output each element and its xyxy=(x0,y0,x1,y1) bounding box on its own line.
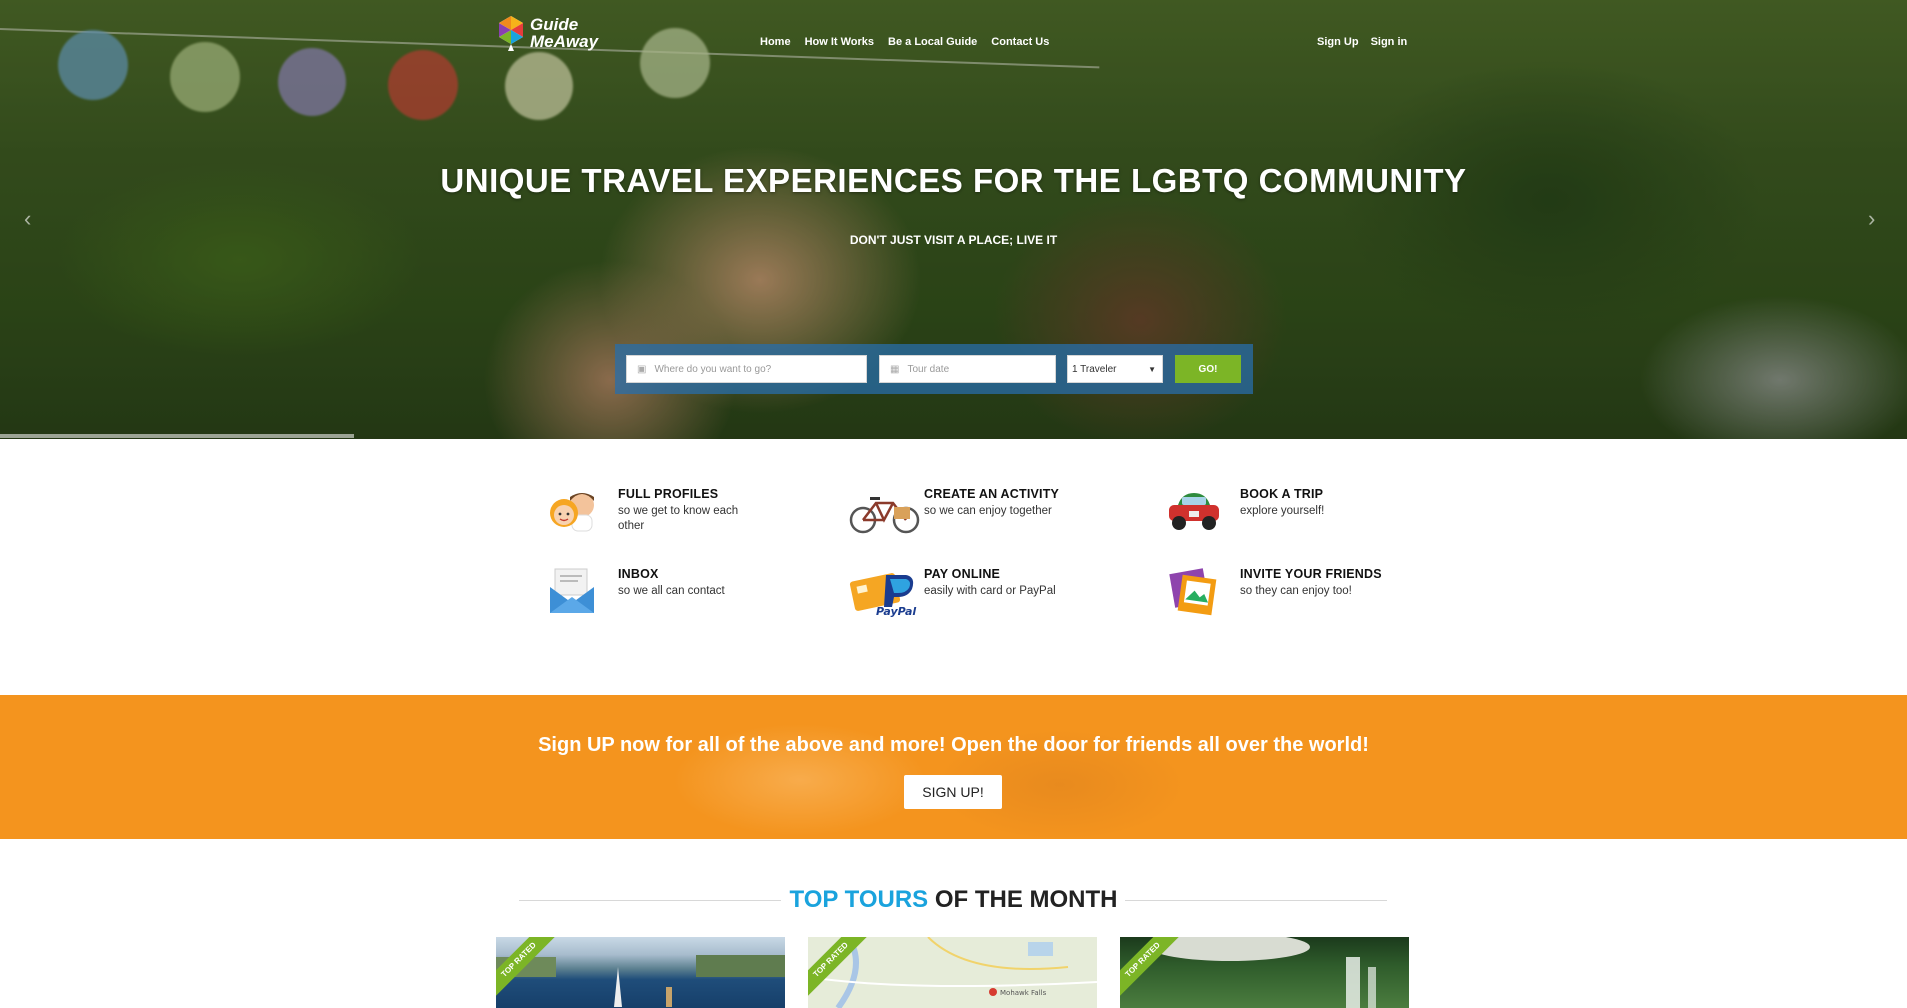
logo-line2: MeAway xyxy=(530,32,599,51)
logo-line1: Guide xyxy=(530,15,579,34)
nav-be-a-local-guide[interactable]: Be a Local Guide xyxy=(888,36,977,48)
feature-full-profiles: FULL PROFILES so we get to know each oth… xyxy=(542,487,758,537)
feature-desc: explore yourself! xyxy=(1240,505,1325,517)
feature-pay-online: PayPal PAY ONLINE easily with card or Pa… xyxy=(848,567,1064,618)
tour-card[interactable]: Mohawk Falls TOP RATED xyxy=(808,937,1097,1008)
feature-inbox: INBOX so we all can contact xyxy=(542,567,758,617)
cta-text: Sign UP now for all of the above and mor… xyxy=(538,734,1369,756)
profiles-icon xyxy=(542,487,602,537)
destination-placeholder: Where do you want to go? xyxy=(654,363,772,375)
suitcase-icon: ▣ xyxy=(637,363,647,375)
feature-desc: so we all can contact xyxy=(618,585,725,597)
auth-nav: Sign Up Sign in xyxy=(1317,36,1407,48)
travelers-select[interactable]: 1 Traveler ▼ xyxy=(1067,355,1163,383)
tour-date-placeholder: Tour date xyxy=(907,363,950,375)
feature-desc: easily with card or PayPal xyxy=(924,585,1056,597)
feature-desc: so we can enjoy together xyxy=(924,505,1052,517)
feature-desc: so we get to know each other xyxy=(618,505,739,532)
tour-date-field[interactable]: ▦ Tour date xyxy=(879,355,1056,383)
carousel-next-icon[interactable]: › xyxy=(1868,206,1875,232)
calendar-icon: ▦ xyxy=(890,363,900,375)
feature-title: BOOK A TRIP xyxy=(1240,487,1324,501)
nav-contact-us[interactable]: Contact Us xyxy=(991,36,1049,48)
sign-up-link[interactable]: Sign Up xyxy=(1317,36,1359,48)
signup-cta-banner: Sign UP now for all of the above and mor… xyxy=(0,695,1907,839)
car-icon xyxy=(1164,487,1224,537)
bicycle-icon xyxy=(848,487,920,537)
feature-title: PAY ONLINE xyxy=(924,567,1001,581)
search-bar: ▣ Where do you want to go? ▦ Tour date 1… xyxy=(615,344,1253,394)
hero-banner: Guide MeAway Home How It Works Be a Loca… xyxy=(0,0,1907,439)
section-title-accent: TOP TOURS xyxy=(789,886,929,913)
tour-card[interactable]: TOP RATED xyxy=(1120,937,1409,1008)
feature-invite-friends: INVITE YOUR FRIENDS so they can enjoy to… xyxy=(1164,567,1382,617)
travelers-value: 1 Traveler xyxy=(1072,363,1117,375)
dropdown-caret-icon: ▼ xyxy=(1148,364,1156,374)
go-button[interactable]: GO! xyxy=(1175,355,1241,383)
logo[interactable]: Guide MeAway xyxy=(496,14,598,52)
feature-title: CREATE AN ACTIVITY xyxy=(924,487,1060,501)
section-title-rest: OF THE MONTH xyxy=(928,886,1118,913)
feature-title: INBOX xyxy=(618,567,659,581)
logo-text: Guide MeAway xyxy=(530,16,598,50)
paypal-icon: PayPal xyxy=(848,567,916,618)
hero-subtitle: DON'T JUST VISIT A PLACE; LIVE IT xyxy=(849,233,1058,247)
feature-book-trip: BOOK A TRIP explore yourself! xyxy=(1164,487,1380,537)
section-title: TOP TOURS OF THE MONTH xyxy=(0,886,1907,914)
map-label: Mohawk Falls xyxy=(1000,989,1047,997)
main-nav: Home How It Works Be a Local Guide Conta… xyxy=(760,36,1049,48)
photos-icon xyxy=(1164,567,1224,617)
logo-mark-icon xyxy=(496,14,526,52)
carousel-progress xyxy=(0,434,354,438)
nav-home[interactable]: Home xyxy=(760,36,791,48)
hero-title: UNIQUE TRAVEL EXPERIENCES FOR THE LGBTQ … xyxy=(440,162,1467,199)
sign-in-link[interactable]: Sign in xyxy=(1371,36,1408,48)
feature-title: FULL PROFILES xyxy=(618,487,719,501)
feature-title: INVITE YOUR FRIENDS xyxy=(1240,567,1382,581)
nav-how-it-works[interactable]: How It Works xyxy=(805,36,874,48)
feature-create-activity: CREATE AN ACTIVITY so we can enjoy toget… xyxy=(848,487,1064,537)
destination-field[interactable]: ▣ Where do you want to go? xyxy=(626,355,867,383)
inbox-icon xyxy=(542,567,602,617)
svg-text:PayPal: PayPal xyxy=(876,605,916,617)
feature-desc: so they can enjoy too! xyxy=(1240,585,1352,597)
carousel-prev-icon[interactable]: ‹ xyxy=(24,206,31,232)
cta-sign-up-button[interactable]: SIGN UP! xyxy=(904,775,1002,809)
tour-card[interactable]: TOP RATED xyxy=(496,937,785,1008)
